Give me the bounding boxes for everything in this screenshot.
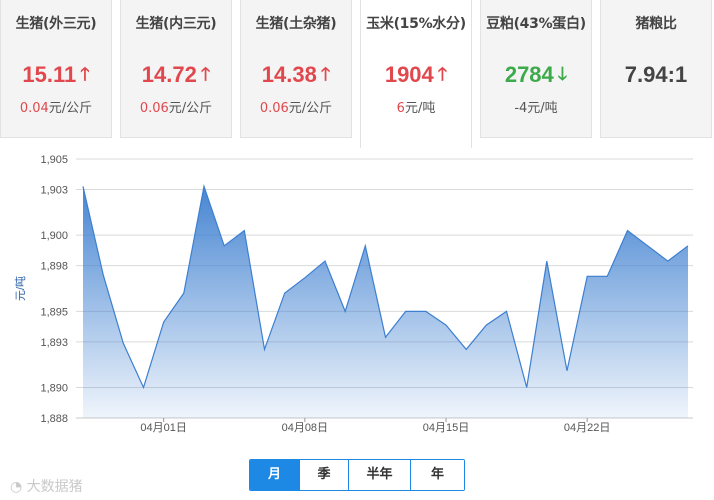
price-value: 1904 bbox=[384, 62, 434, 87]
card-change: 0.06元/公斤 bbox=[121, 97, 231, 116]
x-axis: 04月01日 04月08日 04月15日 04月22日 bbox=[76, 417, 693, 434]
card-change: 0.04元/公斤 bbox=[1, 97, 111, 116]
x-tick-label: 04月01日 bbox=[140, 422, 186, 434]
watermark: ◔ 大数据猪 bbox=[10, 476, 83, 496]
change-unit: 元/吨 bbox=[404, 101, 436, 116]
change-unit: 元/吨 bbox=[527, 101, 558, 116]
price-value: 15.11 bbox=[22, 62, 77, 87]
change-value: 0.04 bbox=[19, 101, 49, 116]
y-tick-label: 1,903 bbox=[40, 184, 68, 196]
change-value: 0.06 bbox=[139, 101, 169, 116]
card-corn[interactable]: 玉米(15%水分) 1904 🡑 6元/吨 bbox=[360, 0, 472, 148]
arrow-up-icon: 🡑 bbox=[437, 64, 448, 84]
y-axis: 1,888 1,890 1,893 1,895 1,898 1,900 1,903 1,905 bbox=[40, 154, 68, 425]
watermark-text: 大数据猪 bbox=[26, 479, 83, 495]
change-value: -4 bbox=[514, 101, 528, 116]
tab-half-year[interactable]: 半年 bbox=[348, 460, 410, 490]
y-axis-label: 元/吨 bbox=[14, 276, 27, 301]
card-soymeal[interactable]: 豆粕(43%蛋白) 2784 🡓 -4元/吨 bbox=[480, 0, 592, 138]
change-value: 6 bbox=[396, 101, 405, 116]
card-pig-tuzazhu[interactable]: 生猪(土杂猪) 14.38 🡑 0.06元/公斤 bbox=[240, 0, 352, 138]
tab-month[interactable]: 月 bbox=[250, 460, 299, 490]
price-value: 7.94:1 bbox=[624, 62, 688, 87]
x-tick-label: 04月08日 bbox=[282, 422, 328, 434]
x-tick-label: 04月15日 bbox=[423, 422, 469, 434]
y-tick-label: 1,895 bbox=[40, 306, 68, 318]
series-area bbox=[83, 186, 688, 418]
card-pig-grain-ratio[interactable]: 猪粮比 7.94:1 bbox=[600, 0, 712, 138]
card-title: 生猪(外三元) bbox=[15, 16, 97, 32]
tab-quarter[interactable]: 季 bbox=[299, 460, 348, 490]
card-price: 14.72 🡑 bbox=[121, 62, 231, 92]
price-cards: 生猪(外三元) 15.11 🡑 0.04元/公斤 生猪(内三元) 14.72 🡑 0… bbox=[0, 0, 714, 148]
x-tick-label: 04月22日 bbox=[564, 422, 610, 434]
card-title: 玉米(15%水分) bbox=[366, 16, 466, 32]
y-tick-label: 1,888 bbox=[40, 413, 68, 425]
period-tabs: 月 季 半年 年 bbox=[249, 459, 465, 491]
price-value: 14.72 bbox=[141, 62, 197, 87]
card-change: 0.06元/公斤 bbox=[241, 97, 351, 116]
card-pig-neisanyuan[interactable]: 生猪(内三元) 14.72 🡑 0.06元/公斤 bbox=[120, 0, 232, 138]
change-unit: 元/公斤 bbox=[288, 101, 333, 116]
price-value: 2784 bbox=[504, 62, 554, 87]
y-tick-label: 1,893 bbox=[40, 337, 68, 349]
price-area-chart: 1,888 1,890 1,893 1,895 1,898 1,900 1,903 1,905… bbox=[14, 154, 693, 434]
y-tick-label: 1,890 bbox=[40, 383, 68, 395]
card-price: 7.94:1 bbox=[601, 62, 711, 88]
y-tick-label: 1,905 bbox=[40, 154, 68, 166]
change-unit: 元/公斤 bbox=[168, 101, 213, 116]
watermark-logo-icon: ◔ bbox=[10, 479, 23, 495]
change-unit: 元/公斤 bbox=[48, 101, 93, 116]
card-title: 生猪(土杂猪) bbox=[255, 16, 337, 32]
card-title: 猪粮比 bbox=[635, 16, 677, 32]
card-change: 6元/吨 bbox=[361, 97, 471, 116]
y-tick-label: 1,900 bbox=[40, 230, 68, 242]
tab-year[interactable]: 年 bbox=[410, 460, 464, 490]
arrow-down-icon: 🡓 bbox=[557, 64, 568, 84]
card-price: 14.38 🡑 bbox=[241, 62, 351, 92]
arrow-up-icon: 🡑 bbox=[80, 64, 90, 84]
arrow-up-icon: 🡑 bbox=[200, 64, 211, 84]
card-title: 生猪(内三元) bbox=[135, 16, 217, 32]
arrow-up-icon: 🡑 bbox=[320, 64, 331, 84]
card-price: 2784 🡓 bbox=[481, 62, 591, 92]
card-price: 15.11 🡑 bbox=[1, 62, 111, 92]
card-title: 豆粕(43%蛋白) bbox=[486, 16, 586, 32]
price-value: 14.38 bbox=[261, 62, 317, 87]
y-tick-label: 1,898 bbox=[40, 261, 68, 273]
card-price: 1904 🡑 bbox=[361, 62, 471, 92]
card-pig-waisanyuan[interactable]: 生猪(外三元) 15.11 🡑 0.04元/公斤 bbox=[0, 0, 112, 138]
card-change: -4元/吨 bbox=[481, 97, 591, 116]
change-value: 0.06 bbox=[259, 101, 289, 116]
